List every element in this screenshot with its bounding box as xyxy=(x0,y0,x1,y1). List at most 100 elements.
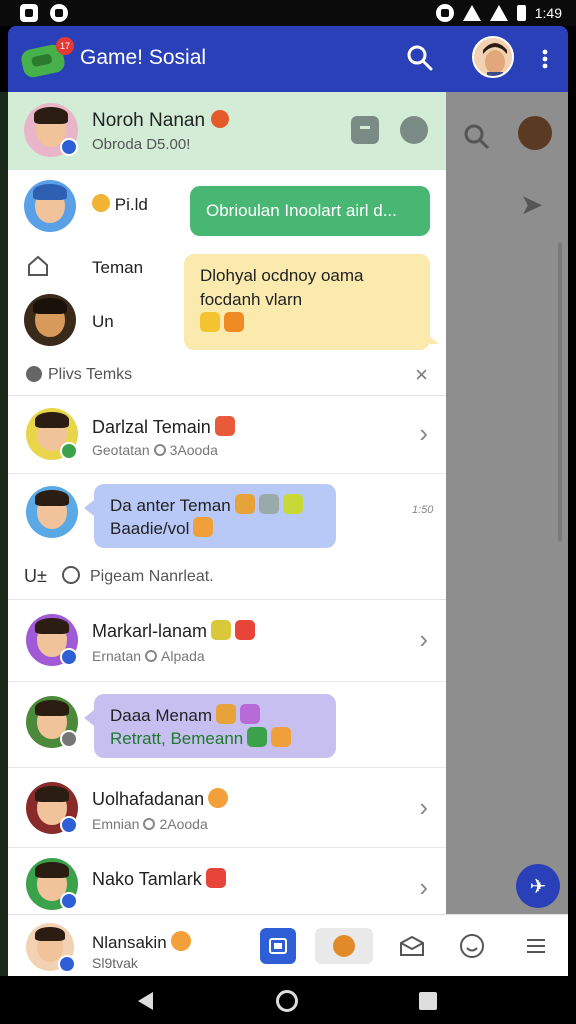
paw-icon xyxy=(92,194,110,212)
section-title: Plivs Temks xyxy=(48,366,133,383)
send-icon: ✈ xyxy=(529,875,547,898)
row-name: Nako Tamlark xyxy=(92,869,202,889)
list-item[interactable]: Nako Tamlark › xyxy=(8,848,446,914)
profile-name: Noroh Nanan xyxy=(92,110,206,131)
apple-icon xyxy=(26,366,42,382)
recents-icon[interactable] xyxy=(419,992,437,1010)
bubble-text: focdanh vlarn xyxy=(200,290,303,309)
smiley-icon[interactable] xyxy=(454,928,490,964)
news-icon[interactable] xyxy=(260,928,296,964)
notification-badge: 17 xyxy=(56,37,74,55)
heart-icon xyxy=(145,650,158,662)
bubble-text: Dlohyal ocdnoy oama xyxy=(200,266,364,285)
castle-icon xyxy=(247,727,268,747)
row-sub: Baadie/vol xyxy=(110,519,190,538)
sparkle-icon xyxy=(224,312,244,332)
more-vert-icon[interactable] xyxy=(536,48,554,70)
row-name: Daaa Menam xyxy=(110,706,213,725)
castle-icon xyxy=(211,620,232,640)
home-icon xyxy=(28,255,48,276)
background-edge xyxy=(0,92,8,976)
bubble-text: Obrioulan Inoolart airl d... xyxy=(206,201,397,220)
verified-icon xyxy=(60,892,78,910)
gift-icon xyxy=(235,620,256,640)
profile-subtitle: Obroda D5.00! xyxy=(92,136,191,153)
app-bar: 17 Game! Sosial xyxy=(8,26,568,92)
gift-icon xyxy=(240,704,261,724)
clock-icon xyxy=(60,730,78,748)
trophy-icon xyxy=(282,494,303,514)
compose-button[interactable]: ✈ xyxy=(516,864,560,908)
chevron-right-icon: › xyxy=(419,872,428,902)
avatar xyxy=(26,486,78,538)
row-sub: 3Aooda xyxy=(169,442,218,458)
drawer-panel: Noroh Nanan Obroda D5.00! Pi.ld Teman Un… xyxy=(8,92,446,914)
back-icon[interactable] xyxy=(138,992,153,1010)
section-header: Plivs Temks × xyxy=(8,354,446,396)
close-icon[interactable]: × xyxy=(415,362,428,388)
search-icon[interactable] xyxy=(406,44,434,72)
chat-bubble[interactable]: Dlohyal ocdnoy oama focdanh vlarn xyxy=(184,254,439,350)
user-status: Sl9tvak xyxy=(92,955,138,971)
list-item[interactable]: Uolhafadanan Emnian 2Aooda › xyxy=(8,768,446,848)
heart-badge-icon xyxy=(211,110,230,128)
nav-item-teman[interactable]: Teman xyxy=(8,240,178,300)
background-scrim[interactable]: ➤ xyxy=(446,92,568,914)
avatar xyxy=(518,116,552,150)
envelope-icon[interactable] xyxy=(394,928,430,964)
list-item[interactable]: Da anter Teman Baadie/vol 1:50 xyxy=(8,474,446,554)
chevron-right-icon: › xyxy=(419,418,428,448)
row-sub: Ernatan xyxy=(92,648,142,664)
chevron-right-icon: › xyxy=(419,792,428,822)
list-item[interactable]: Markarl-lanam Ernatan Alpada › xyxy=(8,600,446,682)
verified-icon xyxy=(60,138,78,156)
section-title: Pigeam Nanrleat. xyxy=(90,568,214,585)
chat-bubble[interactable]: Obrioulan Inoolart airl d... xyxy=(190,186,430,236)
profile-avatar[interactable] xyxy=(472,36,514,78)
list-item[interactable]: Darlzal Temain Geotatan 3Aooda › xyxy=(8,396,446,474)
row-sub: Alpada xyxy=(161,648,205,664)
chest-icon xyxy=(234,494,255,514)
heart-icon xyxy=(143,818,156,830)
list-item[interactable]: Daaa Menam Retratt, Bemeann xyxy=(8,682,446,768)
smiley-icon xyxy=(208,788,229,808)
avatar xyxy=(24,180,76,232)
messenger-icon xyxy=(50,4,68,22)
profile-header[interactable]: Noroh Nanan Obroda D5.00! xyxy=(8,92,446,170)
row-sub: Retratt, Bemeann xyxy=(110,729,244,748)
map-icon xyxy=(216,704,237,724)
row-name: Da anter Teman xyxy=(110,496,231,515)
bottom-bar: Nlansakin Sl9tvak xyxy=(8,914,568,976)
avatar xyxy=(24,294,76,346)
game-logo-icon[interactable]: 17 xyxy=(19,37,74,80)
menu-icon[interactable] xyxy=(518,928,554,964)
gallery-icon xyxy=(20,4,38,22)
nav-item-label: Pi.ld xyxy=(114,195,148,214)
sword-icon xyxy=(193,517,214,537)
bag-icon[interactable] xyxy=(351,116,379,144)
battery-icon xyxy=(516,5,526,21)
gift-icon xyxy=(205,868,226,888)
user-name: Nlansakin xyxy=(92,933,167,952)
star-icon xyxy=(200,312,220,332)
section-header: U± Pigeam Nanrleat. xyxy=(8,554,446,600)
app-title: Game! Sosial xyxy=(80,46,207,69)
edit-icon[interactable] xyxy=(400,116,428,144)
row-name: Markarl-lanam xyxy=(92,621,208,641)
nav-item-un[interactable]: Un xyxy=(8,294,178,354)
row-sub: Emnian xyxy=(92,816,140,832)
status-time: 1:49 xyxy=(534,5,562,21)
heart-icon xyxy=(153,444,166,456)
fox-icon xyxy=(271,727,292,747)
timestamp: 1:50 xyxy=(412,504,434,516)
nav-item-label: Un xyxy=(92,312,114,331)
gift-icon xyxy=(214,416,235,436)
chevron-right-icon: › xyxy=(419,624,428,654)
row-sub: Geotatan xyxy=(92,442,150,458)
row-name: Darlzal Temain xyxy=(92,417,211,437)
nav-item-pild[interactable]: Pi.ld xyxy=(8,180,178,240)
online-icon xyxy=(60,442,78,460)
cookie-icon[interactable] xyxy=(315,928,373,964)
home-button-icon[interactable] xyxy=(276,990,298,1012)
scrollbar[interactable] xyxy=(558,242,562,542)
